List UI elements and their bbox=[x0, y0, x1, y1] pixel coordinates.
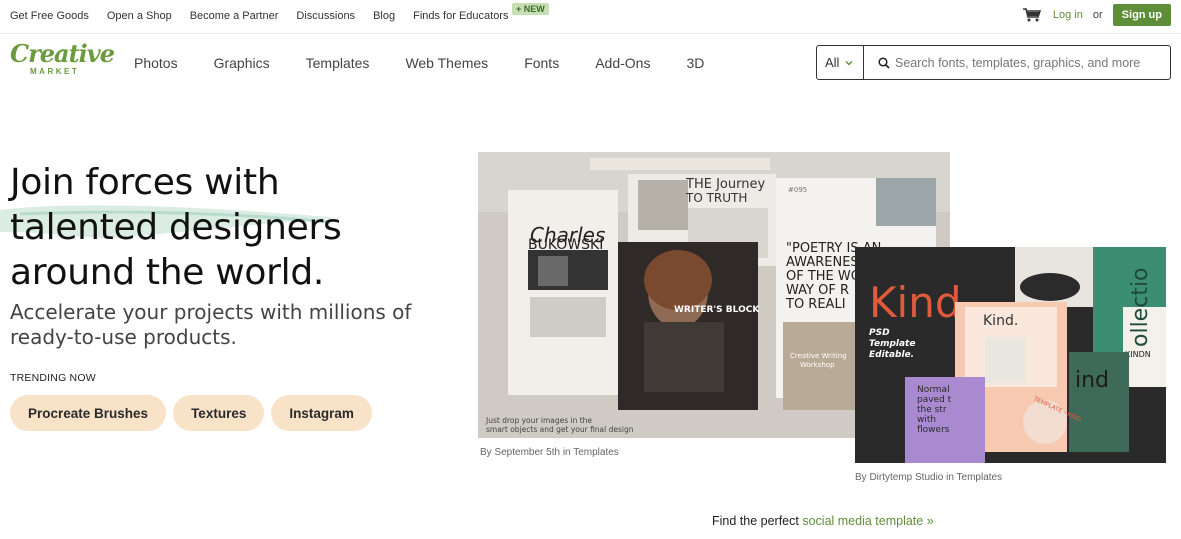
blog-link[interactable]: Blog bbox=[373, 10, 395, 22]
cart-icon[interactable] bbox=[1022, 8, 1041, 22]
finds-for-educators-link[interactable]: Finds for Educators bbox=[413, 10, 508, 22]
headline-line-1: Join forces with bbox=[10, 162, 280, 203]
featured-image-1-caption[interactable]: By September 5th in Templates bbox=[480, 447, 619, 458]
creative-writing-text: Creative Writing bbox=[790, 352, 847, 360]
become-a-partner-link[interactable]: Become a Partner bbox=[190, 10, 279, 22]
psd-line-1: PSD bbox=[869, 328, 890, 338]
trending-textures[interactable]: Textures bbox=[173, 395, 265, 431]
discussions-link[interactable]: Discussions bbox=[296, 10, 355, 22]
signup-button[interactable]: Sign up bbox=[1112, 4, 1171, 26]
nav-graphics[interactable]: Graphics bbox=[214, 55, 270, 71]
chevron-down-icon bbox=[845, 60, 853, 65]
nav-fonts[interactable]: Fonts bbox=[524, 55, 559, 71]
journey-title-a: THE Journey bbox=[685, 177, 765, 192]
top-utility-bar: Get Free Goods Open a Shop Become a Part… bbox=[0, 0, 1181, 34]
new-badge: + NEW bbox=[512, 3, 549, 15]
subheading-line-1: Accelerate your projects with millions o… bbox=[10, 300, 412, 324]
psd-line-3: Editable. bbox=[869, 350, 914, 360]
search-category-value: All bbox=[825, 55, 840, 70]
nav-add-ons[interactable]: Add-Ons bbox=[595, 55, 650, 71]
main-nav: Photos Graphics Templates Web Themes Fon… bbox=[134, 55, 704, 71]
nav-3d[interactable]: 3D bbox=[686, 55, 704, 71]
account-area: Log in or Sign up bbox=[1022, 4, 1171, 26]
nav-photos[interactable]: Photos bbox=[134, 55, 178, 71]
logo-wordmark: Creative bbox=[10, 39, 115, 68]
poetry-line-4: WAY OF R bbox=[786, 283, 849, 298]
find-perfect-line: Find the perfect social media template » bbox=[712, 514, 934, 528]
featured-product-image-2[interactable]: Kind. PSD Template Editable. KINDN ollec… bbox=[855, 247, 1166, 463]
trending-instagram[interactable]: Instagram bbox=[271, 395, 372, 431]
find-perfect-prefix: Find the perfect bbox=[712, 514, 799, 528]
kind-small-title: Kind. bbox=[983, 313, 1018, 329]
nav-web-themes[interactable]: Web Themes bbox=[405, 55, 488, 71]
hero-headline: Join forces with talented designers arou… bbox=[10, 160, 450, 295]
utility-links: Get Free Goods Open a Shop Become a Part… bbox=[10, 10, 526, 22]
normal-line-2: paved t bbox=[917, 395, 952, 405]
normal-line-1: Normal bbox=[917, 385, 950, 395]
or-text: or bbox=[1092, 9, 1103, 21]
social-media-template-link[interactable]: social media template » bbox=[802, 514, 933, 528]
search-input[interactable] bbox=[895, 46, 1170, 79]
login-link[interactable]: Log in bbox=[1053, 9, 1083, 21]
writers-block-title: WRITER'S BLOCK bbox=[674, 305, 760, 315]
open-a-shop-link[interactable]: Open a Shop bbox=[107, 10, 172, 22]
get-free-goods-link[interactable]: Get Free Goods bbox=[10, 10, 89, 22]
featured-image-2-caption[interactable]: By Dirtytemp Studio in Templates bbox=[855, 472, 1002, 483]
kind-template-preview: Kind. PSD Template Editable. KINDN ollec… bbox=[855, 247, 1166, 463]
trending-pills: Procreate Brushes Textures Instagram bbox=[10, 395, 379, 431]
search-icon[interactable] bbox=[878, 57, 890, 69]
nav-templates[interactable]: Templates bbox=[306, 55, 370, 71]
journey-title-b: TO TRUTH bbox=[685, 191, 747, 205]
hero-subheading: Accelerate your projects with millions o… bbox=[10, 300, 430, 350]
trending-procreate-brushes[interactable]: Procreate Brushes bbox=[10, 395, 167, 431]
search-bar: All bbox=[816, 45, 1171, 80]
logo-subtext: MARKET bbox=[30, 67, 80, 76]
normal-line-3: the str bbox=[917, 405, 947, 415]
normal-line-5: flowers bbox=[917, 425, 950, 435]
poetry-line-5: TO REALI bbox=[785, 297, 846, 312]
subheading-line-2: ready-to-use products. bbox=[10, 325, 237, 349]
workshop-text: Workshop bbox=[800, 361, 835, 369]
footer-note-line-1: Just drop your images in the bbox=[485, 416, 592, 425]
number-tag: #095 bbox=[788, 186, 807, 194]
creative-market-logo[interactable]: Creative MARKET bbox=[10, 39, 115, 82]
psd-line-2: Template bbox=[869, 339, 915, 349]
collection-vertical-text: ollectio bbox=[1128, 267, 1153, 347]
footer-note-line-2: smart objects and get your final design bbox=[486, 425, 634, 434]
trending-label: TRENDING NOW bbox=[10, 372, 96, 384]
normal-line-4: with bbox=[917, 415, 936, 425]
headline-line-2: talented designers bbox=[10, 207, 342, 248]
ind-text: ind bbox=[1075, 368, 1109, 393]
search-category-select[interactable]: All bbox=[817, 46, 864, 79]
headline-line-3: around the world. bbox=[10, 252, 325, 293]
